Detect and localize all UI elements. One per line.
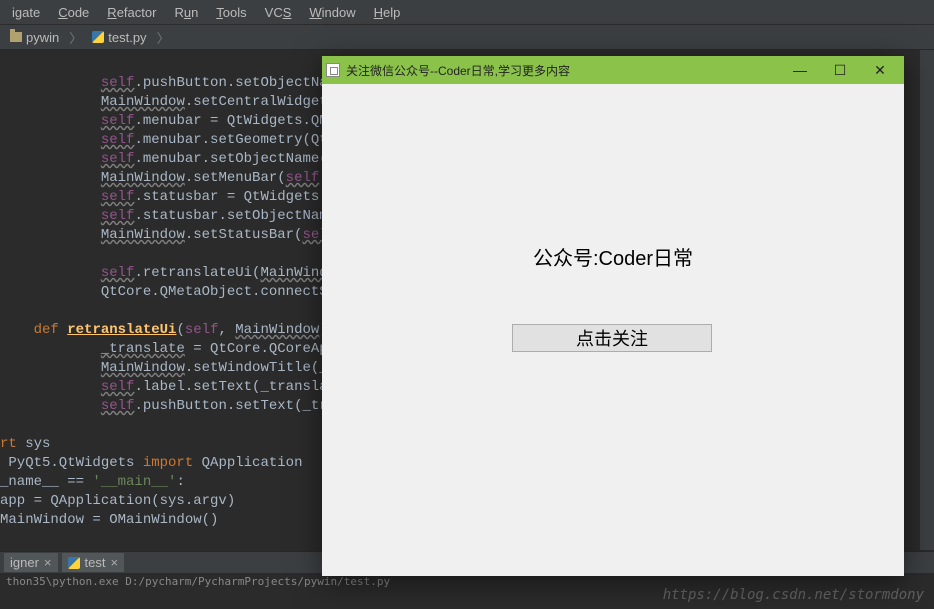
python-file-icon xyxy=(92,31,104,43)
menu-run[interactable]: Run xyxy=(166,3,206,22)
status-text: thon35\python.exe D:/pycharm/PycharmProj… xyxy=(6,575,390,588)
menu-code[interactable]: Code xyxy=(50,3,97,22)
editor-scrollbar[interactable] xyxy=(920,50,934,550)
breadcrumb-separator: 〉 xyxy=(69,28,82,47)
follow-button[interactable]: 点击关注 xyxy=(512,324,712,352)
titlebar[interactable]: 关注微信公众号--Coder日常,学习更多内容 — ☐ ✕ xyxy=(322,56,904,84)
minimize-button[interactable]: — xyxy=(780,56,820,84)
menu-navigate[interactable]: igate xyxy=(4,3,48,22)
breadcrumb-file[interactable]: test.py xyxy=(88,29,150,46)
folder-icon xyxy=(10,32,22,42)
app-body: 公众号:Coder日常 点击关注 xyxy=(322,84,904,576)
tab-label: test xyxy=(85,555,106,570)
tab-designer[interactable]: igner × xyxy=(4,553,58,572)
menu-help[interactable]: Help xyxy=(366,3,409,22)
breadcrumb-separator: 〉 xyxy=(157,28,170,47)
menu-refactor[interactable]: Refactor xyxy=(99,3,164,22)
breadcrumb-folder-label: pywin xyxy=(26,30,59,45)
watermark-text: https://blog.csdn.net/stormdony xyxy=(663,587,924,603)
breadcrumb-bar: pywin 〉 test.py 〉 xyxy=(0,24,934,50)
breadcrumb-folder[interactable]: pywin xyxy=(6,29,63,46)
python-file-icon xyxy=(68,557,80,569)
close-icon[interactable]: × xyxy=(110,555,118,570)
window-title: 关注微信公众号--Coder日常,学习更多内容 xyxy=(346,62,570,79)
menu-vcs[interactable]: VCS xyxy=(257,3,300,22)
python-app-window: 关注微信公众号--Coder日常,学习更多内容 — ☐ ✕ 公众号:Coder日… xyxy=(322,56,904,576)
tab-test[interactable]: test × xyxy=(62,553,125,572)
main-menu-bar: igate Code Refactor Run Tools VCS Window… xyxy=(0,0,934,24)
app-icon xyxy=(326,63,340,77)
menu-tools[interactable]: Tools xyxy=(208,3,254,22)
close-button[interactable]: ✕ xyxy=(860,56,900,84)
app-label: 公众号:Coder日常 xyxy=(322,242,904,271)
maximize-button[interactable]: ☐ xyxy=(820,56,860,84)
menu-window[interactable]: Window xyxy=(301,3,363,22)
close-icon[interactable]: × xyxy=(44,555,52,570)
tab-label: igner xyxy=(10,555,39,570)
breadcrumb-file-label: test.py xyxy=(108,30,146,45)
